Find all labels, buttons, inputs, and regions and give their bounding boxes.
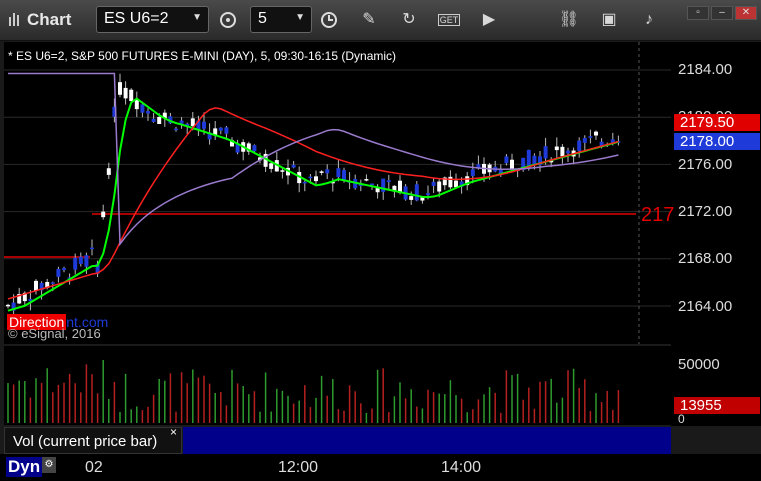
volume-tick: 50000	[678, 356, 720, 373]
last-volume-box: 13955	[674, 397, 760, 414]
time-tick: 02	[85, 459, 103, 476]
close-icon[interactable]: ×	[170, 425, 177, 439]
volume-tick: 0	[678, 412, 685, 426]
time-tick: 12:00	[278, 459, 319, 476]
volume-chart	[7, 359, 620, 423]
dynamic-toggle[interactable]: Dyn	[6, 457, 43, 477]
time-tick: 14:00	[441, 459, 482, 476]
dynamic-settings-icon[interactable]: ⚙	[42, 457, 56, 473]
time-axis	[0, 454, 761, 481]
study-area	[183, 427, 671, 454]
volume-study-label[interactable]: Vol (current price bar)	[4, 427, 182, 454]
